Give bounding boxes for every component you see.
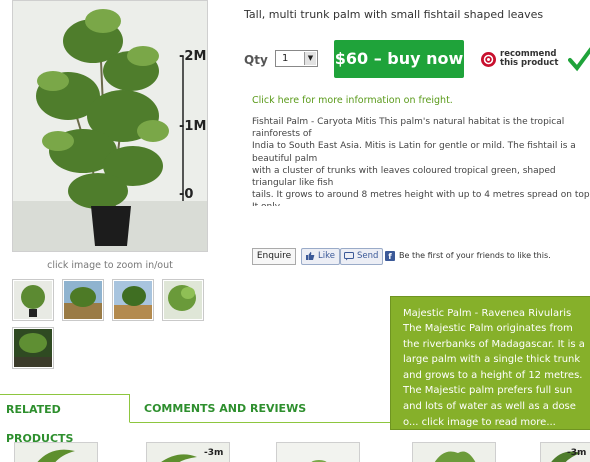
tab-related-products[interactable]: RELATED PRODUCTS <box>0 394 130 445</box>
checkmark-icon <box>568 47 590 72</box>
related-product-thumb-4[interactable] <box>412 442 496 462</box>
tab-comments-and-reviews[interactable]: COMMENTS AND REVIEWS <box>144 394 306 423</box>
thumbnail-2[interactable] <box>62 279 104 321</box>
recommend-line-2: this product <box>500 58 559 68</box>
tooltip-title: Majestic Palm - Ravenea Rivularis <box>403 308 572 319</box>
related-product-thumb-1[interactable] <box>14 442 98 462</box>
thumbs-up-icon <box>306 252 315 260</box>
like-label: Like <box>318 251 335 261</box>
product-main-image[interactable]: -2M -1M -0 <box>12 0 208 252</box>
thumbnail-5[interactable] <box>12 327 54 369</box>
facebook-social-text: Be the first of your friends to like thi… <box>399 251 551 260</box>
thumbnail-4[interactable] <box>162 279 204 321</box>
related-product-tooltip[interactable]: Majestic Palm - Ravenea Rivularis The Ma… <box>390 296 590 430</box>
facebook-like-button[interactable]: Like <box>301 248 340 265</box>
facebook-icon: f <box>385 251 395 261</box>
tooltip-body: The Majestic Palm originates from the ri… <box>403 323 585 428</box>
marker-0: -0 <box>179 187 194 202</box>
send-icon <box>344 252 354 261</box>
thumbnail-3[interactable] <box>112 279 154 321</box>
send-label: Send <box>357 251 379 261</box>
zoom-caption: click image to zoom in/out <box>47 260 173 271</box>
thumbnail-1[interactable] <box>12 279 54 321</box>
related-product-thumb-2[interactable]: -3m <box>146 442 230 462</box>
marker-2m: -2M <box>179 49 207 64</box>
enquire-button[interactable]: Enquire <box>252 248 296 265</box>
facebook-send-button[interactable]: Send <box>340 248 384 265</box>
product-long-description: Fishtail Palm - Caryota Mitis This palm'… <box>252 117 590 206</box>
freight-info-link[interactable]: Click here for more information on freig… <box>252 95 453 106</box>
related-product-thumb-3[interactable] <box>276 442 360 462</box>
buy-now-button[interactable]: $60 – buy now <box>334 40 464 78</box>
qty-label: Qty <box>244 53 268 67</box>
product-short-description: Tall, multi trunk palm with small fishta… <box>244 8 544 21</box>
recommend-icon[interactable] <box>480 51 497 68</box>
svg-text:-3m: -3m <box>204 448 223 458</box>
chevron-down-icon: ▼ <box>304 52 316 65</box>
recommend-link[interactable]: recommend this product <box>500 50 560 68</box>
qty-value: 1 <box>282 53 289 64</box>
qty-select[interactable]: 1 ▼ <box>275 50 318 67</box>
related-product-thumb-5[interactable]: -3m <box>540 442 590 462</box>
marker-1m: -1M <box>179 119 207 134</box>
svg-text:-3m: -3m <box>567 448 586 458</box>
